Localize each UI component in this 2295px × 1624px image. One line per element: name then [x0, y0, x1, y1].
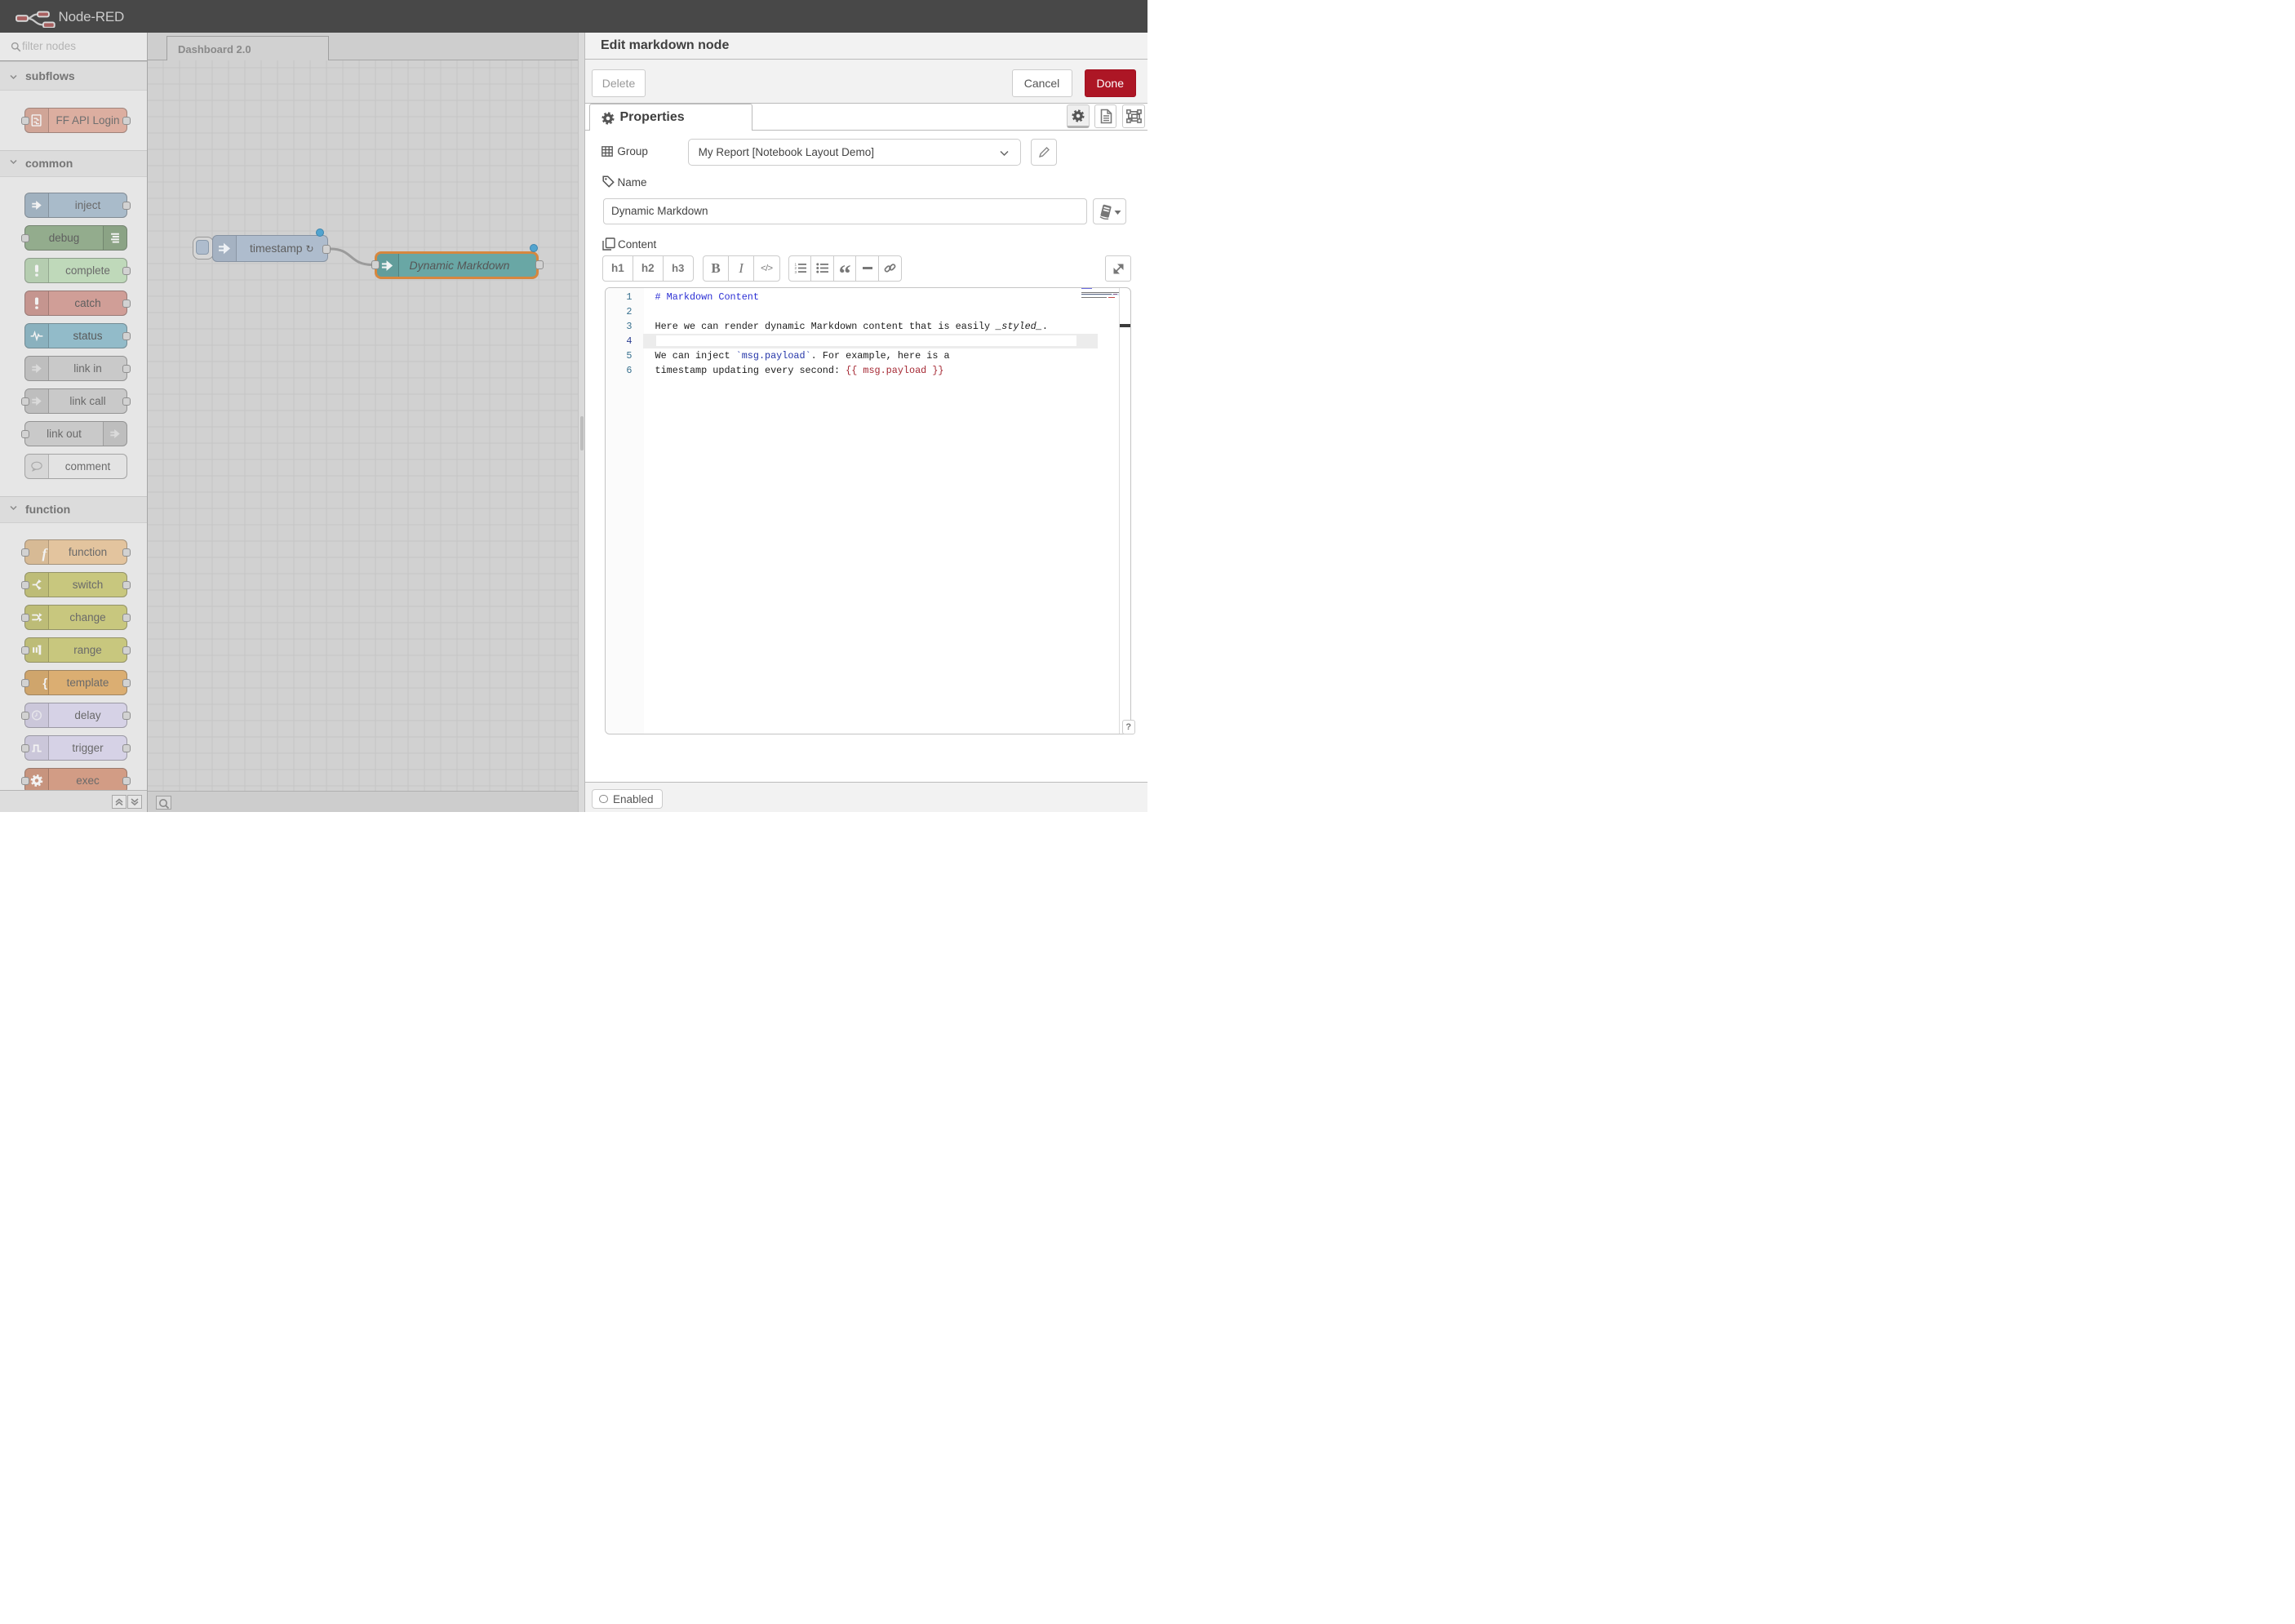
svg-text:3: 3 [794, 270, 797, 273]
